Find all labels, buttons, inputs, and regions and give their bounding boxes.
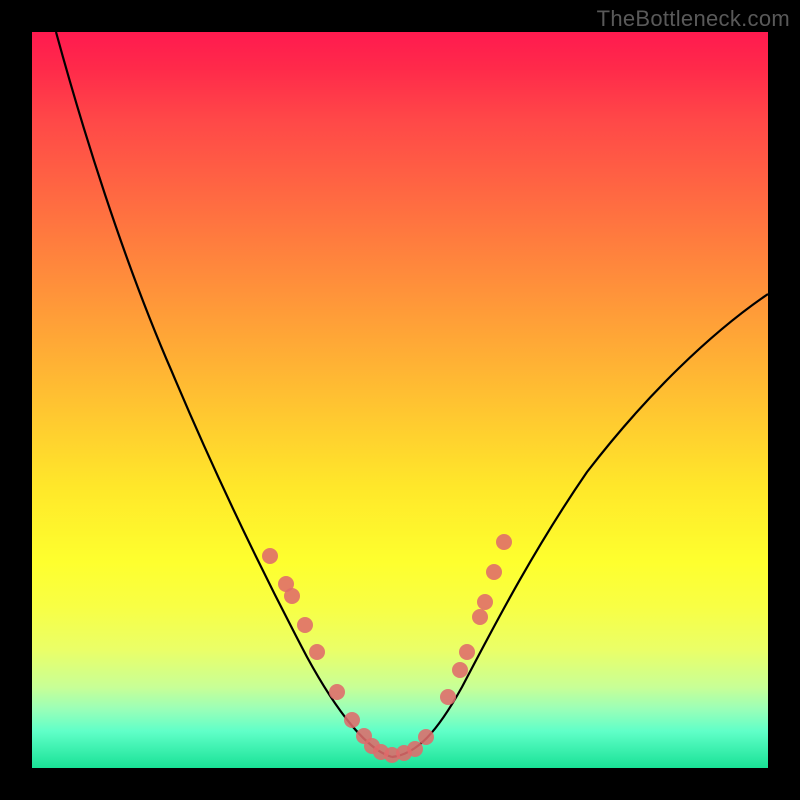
plot-svg <box>32 32 768 768</box>
watermark-text: TheBottleneck.com <box>597 6 790 32</box>
data-markers <box>262 534 512 763</box>
chart-container: TheBottleneck.com <box>0 0 800 800</box>
bottleneck-curve-left <box>56 32 392 757</box>
bottleneck-curve-right <box>392 294 768 757</box>
